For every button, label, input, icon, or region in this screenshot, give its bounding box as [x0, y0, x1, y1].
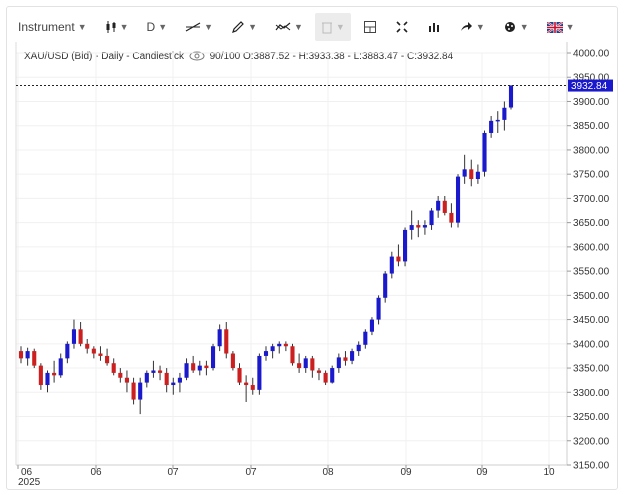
delete-dropdown[interactable]: ▼	[314, 13, 351, 41]
chevron-down-icon: ▼	[119, 22, 129, 32]
chart-ohlc-text: O:3887.52 - H:3933.38 - L:3883.47 - C:39…	[242, 51, 454, 62]
chart-symbol-text: XAU/USD (Bid) - Daily - Candlestick	[24, 51, 185, 62]
line-tool-icon	[185, 22, 201, 32]
chevron-down-icon: ▼	[204, 22, 214, 32]
chart-type-dropdown[interactable]: ▼	[99, 13, 135, 41]
pencil-tool-icon	[232, 21, 244, 33]
language-flag-icon	[546, 21, 563, 33]
share-icon	[460, 22, 472, 31]
chevron-down-icon: ▼	[293, 22, 303, 32]
instrument-label: Instrument	[18, 20, 75, 34]
fullscreen-button[interactable]	[389, 13, 415, 41]
chevron-down-icon: ▼	[158, 22, 168, 32]
share-dropdown[interactable]: ▼	[453, 13, 491, 41]
interval-dropdown[interactable]: D ▼	[141, 13, 174, 41]
chevron-down-icon: ▼	[475, 22, 485, 32]
indicator-icon	[275, 22, 291, 31]
chevron-down-icon: ▼	[519, 22, 529, 32]
trash-icon	[321, 22, 332, 34]
crosshair-icon	[363, 21, 376, 33]
indicator-dropdown[interactable]: ▼	[269, 13, 309, 41]
language-dropdown[interactable]: ▼	[541, 13, 581, 41]
eye-icon[interactable]	[189, 51, 205, 61]
settings-dropdown[interactable]: ▼	[497, 13, 535, 41]
chart-toolbar: Instrument ▼ ▼ D ▼ ▼ ▼ ▼ ▼ ▼ ▼ ▼	[12, 12, 575, 42]
settings-icon	[504, 22, 515, 32]
chart-quality-text: 90/100	[209, 51, 241, 62]
chevron-down-icon: ▼	[77, 22, 87, 32]
chart-frame	[6, 6, 618, 490]
fullscreen-icon	[396, 21, 408, 33]
interval-label: D	[146, 20, 156, 34]
crosshair-button[interactable]	[357, 13, 383, 41]
chevron-down-icon: ▼	[248, 22, 257, 32]
candlestick-type-icon	[106, 21, 116, 33]
volume-button[interactable]	[421, 13, 447, 41]
volume-icon	[428, 23, 439, 32]
chevron-down-icon: ▼	[565, 22, 575, 32]
line-tool-dropdown[interactable]: ▼	[179, 13, 219, 41]
chart-title: XAU/USD (Bid) - Daily - Candlestick 90/1…	[24, 51, 453, 62]
draw-tool-dropdown[interactable]: ▼	[225, 13, 263, 41]
instrument-dropdown[interactable]: Instrument ▼	[12, 13, 93, 41]
chevron-down-icon: ▼	[335, 22, 345, 32]
